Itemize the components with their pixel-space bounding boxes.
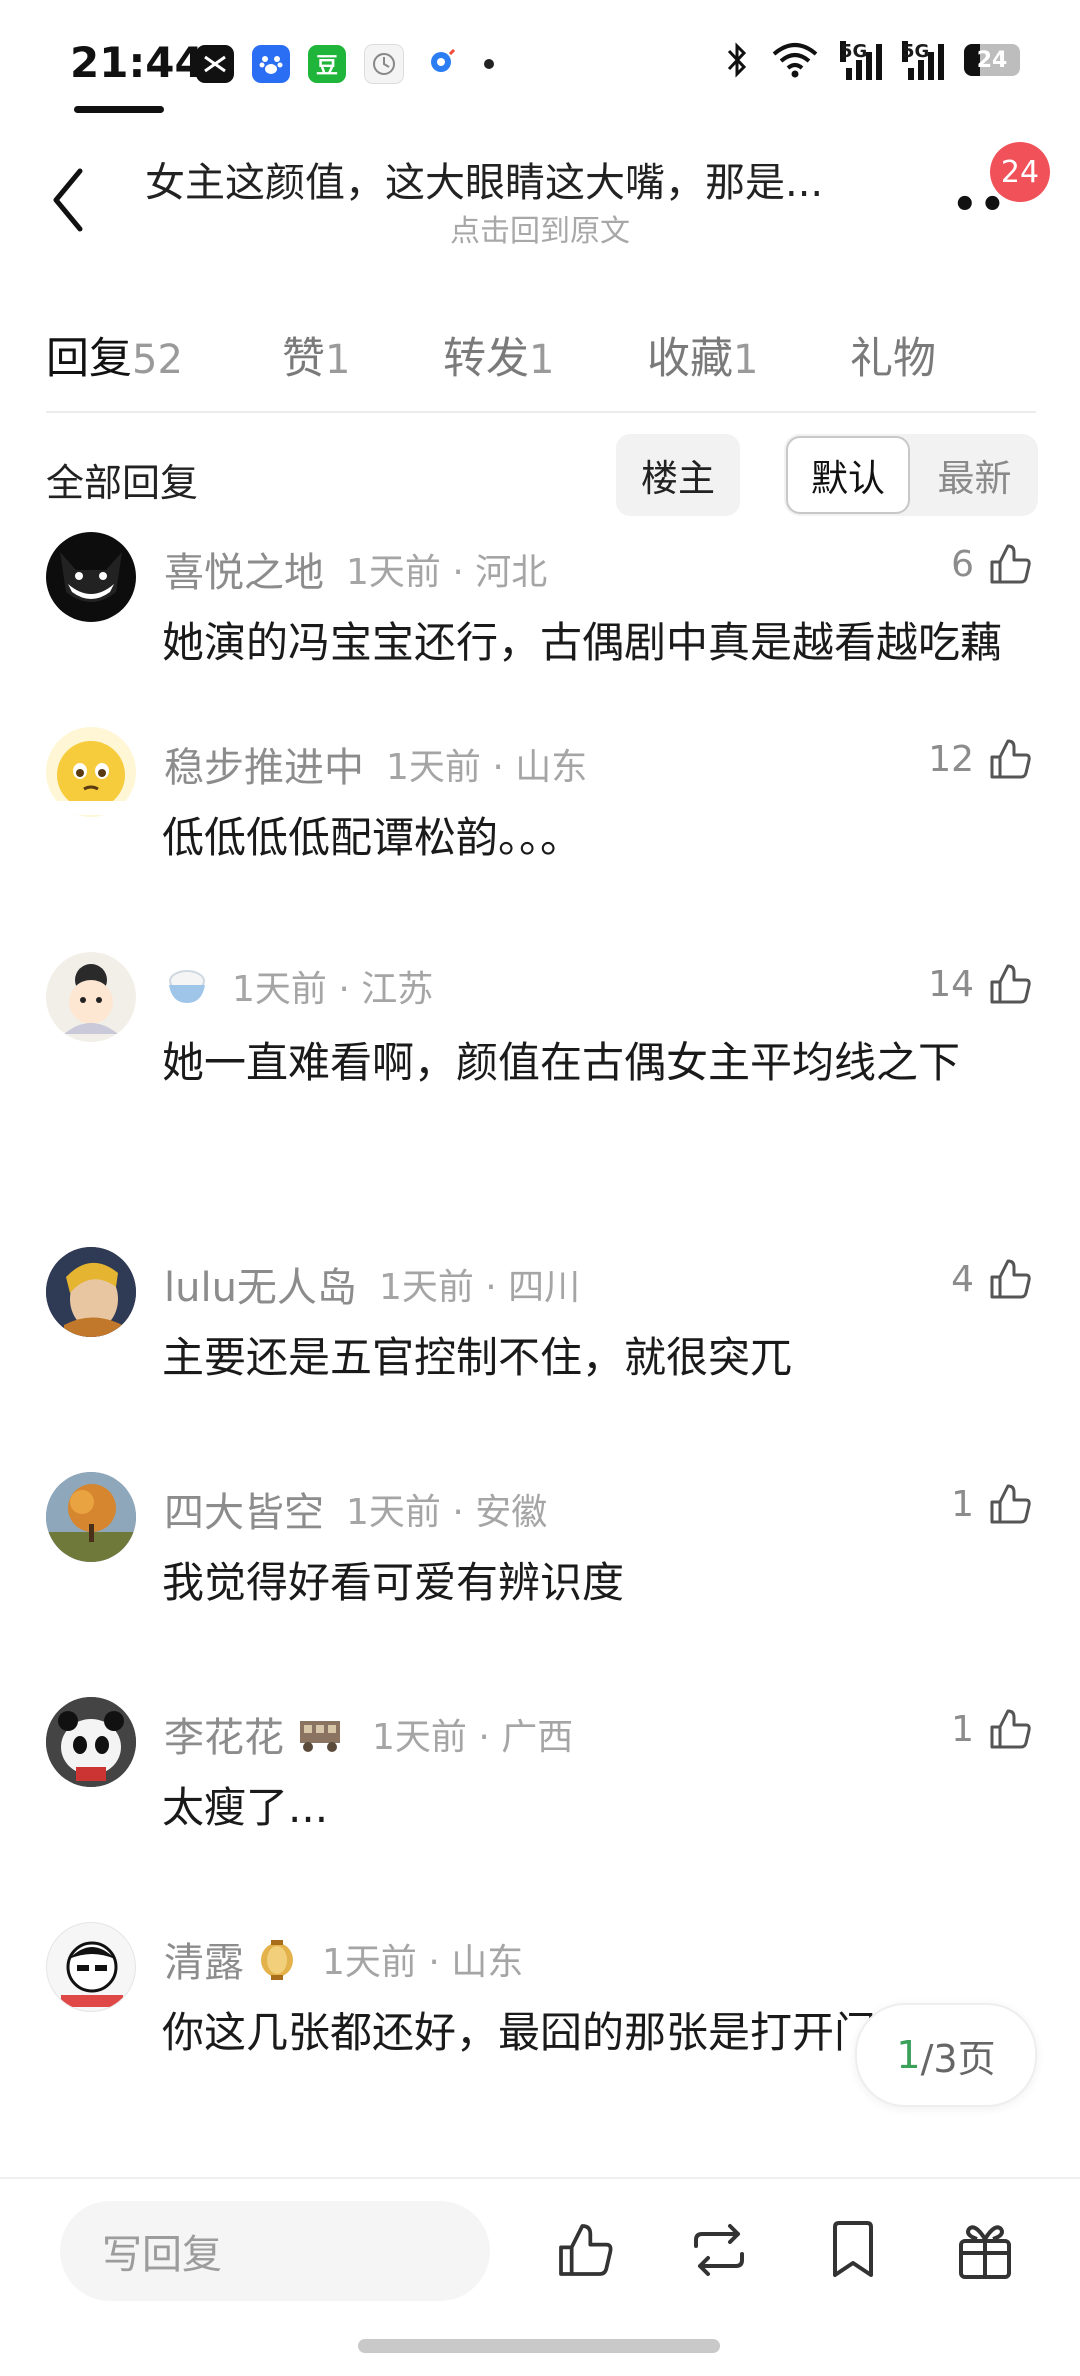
like-button[interactable]: 12 [928,735,1034,783]
username[interactable]: 李花花 [164,1705,284,1763]
tab-gifts[interactable]: 礼物 [850,324,936,386]
status-time: 21:44 [70,38,204,87]
tab-replies[interactable]: 回复52 [46,324,183,386]
signal-icon: 5G [840,40,882,80]
total-pages: /3页 [920,2036,996,2081]
comment-meta: 1天前 · 广西 [372,1717,574,1758]
rice-bowl-icon [169,970,205,1003]
comment-item[interactable]: 稳步推进中 1天前 · 山东 12 低低低低配谭松韵。。。 [0,715,1080,862]
system-indicators: 5G 5G 24 [724,40,1020,80]
baidu-icon [252,45,290,83]
comment-text: 主要还是五官控制不住，就很突兀 [162,1333,793,1382]
avatar[interactable] [46,1697,136,1787]
douban-icon: 豆 [308,45,346,83]
comment-meta: 1天前 · 四川 [378,1267,581,1308]
sort-default-option[interactable]: 默认 [786,436,910,514]
thumbs-up-icon [990,1709,1031,1749]
bookmark-icon[interactable] [818,2215,888,2285]
wifi-icon [772,43,818,78]
train-badge-icon [300,1721,340,1752]
thumbs-up-icon [990,544,1031,584]
avatar[interactable] [46,1472,136,1562]
like-count: 12 [928,738,974,780]
comment-item[interactable]: 四大皆空 1天前 · 安徽 1 我觉得好看可爱有辨识度 [0,1460,1080,1607]
username[interactable]: lulu无人岛 [164,1255,357,1313]
comment-text: 低低低低配谭松韵。。。 [162,813,583,862]
filter-row: 全部回复 楼主 默认 最新 [0,430,1080,520]
clock-icon [364,44,404,84]
comment-meta: 1天前 · 山东 [386,747,588,788]
all-replies-label: 全部回复 [46,461,199,505]
like-count: 1 [951,1708,974,1750]
tab-favorites[interactable]: 收藏1 [647,324,758,386]
thumbs-up-icon [990,964,1031,1004]
header: 女主这颜值，这大眼睛这大嘴，那是... 点击回到原文 •• [0,130,1080,270]
thumbs-up-icon [990,739,1031,779]
home-indicator[interactable] [358,2339,720,2353]
comment-item[interactable]: 李花花 1天前 · 广西 1 太瘦了... [0,1685,1080,1832]
tab-likes[interactable]: 赞1 [282,324,350,386]
comment-text: 她一直难看啊，颜值在古偶女主平均线之下 [162,1038,961,1087]
battery-icon: 24 [964,44,1020,76]
like-button[interactable]: 6 [951,540,1034,588]
username[interactable]: 喜悦之地 [164,540,324,598]
maps-icon [422,45,460,83]
username[interactable]: 稳步推进中 [164,735,364,793]
username[interactable]: 清露 [164,1930,244,1988]
notification-icons: 豆 [196,44,494,84]
capcut-icon [196,45,234,83]
notification-badge[interactable]: 24 [990,142,1050,202]
like-count: 4 [951,1258,974,1300]
comment-text: 太瘦了... [162,1783,329,1832]
like-button[interactable]: 1 [951,1705,1034,1753]
avatar[interactable] [46,532,136,622]
comment-item[interactable]: 1天前 · 江苏 14 她一直难看啊，颜值在古偶女主平均线之下 [0,940,1080,1130]
more-notifications-dot [484,59,494,69]
sort-latest-option[interactable]: 最新 [911,434,1038,516]
divider [46,411,1036,413]
like-button[interactable]: 1 [951,1480,1034,1528]
avatar[interactable] [46,1922,136,2012]
post-title[interactable]: 女主这颜值，这大眼睛这大嘴，那是... [145,150,823,208]
comment-meta: 1天前 · 河北 [346,552,548,593]
comment-item[interactable]: 喜悦之地 1天前 · 河北 6 她演的冯宝宝还行，古偶剧中真是越看越吃藕 [0,520,1080,710]
back-to-original-link[interactable]: 点击回到原文 [0,206,1080,250]
page-indicator[interactable]: 1/3页 [855,2003,1037,2107]
avatar[interactable] [46,1247,136,1337]
signal-icon-2: 5G [902,40,944,80]
owner-only-button[interactable]: 楼主 [616,434,740,516]
bottom-action-bar: 写回复 [0,2179,1080,2329]
like-button[interactable]: 14 [928,960,1034,1008]
like-icon[interactable] [550,2215,620,2285]
like-button[interactable]: 4 [951,1255,1034,1303]
reply-input[interactable]: 写回复 [60,2201,490,2301]
like-count: 14 [928,963,974,1005]
thumbs-up-icon [990,1259,1031,1299]
comment-item[interactable]: lulu无人岛 1天前 · 四川 4 主要还是五官控制不住，就很突兀 [0,1235,1080,1382]
tab-bar: 回复52 赞1 转发1 收藏1 礼物 [0,300,1080,410]
comment-text: 她演的冯宝宝还行，古偶剧中真是越看越吃藕 [162,618,1003,667]
gift-icon[interactable] [950,2215,1020,2285]
like-count: 6 [951,543,974,585]
comment-text: 我觉得好看可爱有辨识度 [162,1558,625,1607]
active-tab-indicator [74,106,164,113]
lantern-badge-icon [261,1940,293,1980]
bluetooth-icon [727,42,747,78]
comment-meta: 1天前 · 江苏 [232,969,434,1010]
username[interactable]: 四大皆空 [164,1480,324,1538]
avatar[interactable] [46,727,136,817]
repost-icon[interactable] [684,2215,754,2285]
current-page: 1 [896,2033,921,2077]
avatar[interactable] [46,952,136,1042]
thumbs-up-icon [990,1484,1031,1524]
comment-meta: 1天前 · 山东 [322,1942,524,1983]
sort-toggle: 默认 最新 [784,434,1038,516]
tab-reposts[interactable]: 转发1 [443,324,554,386]
like-count: 1 [951,1483,974,1525]
comment-meta: 1天前 · 安徽 [346,1492,548,1533]
